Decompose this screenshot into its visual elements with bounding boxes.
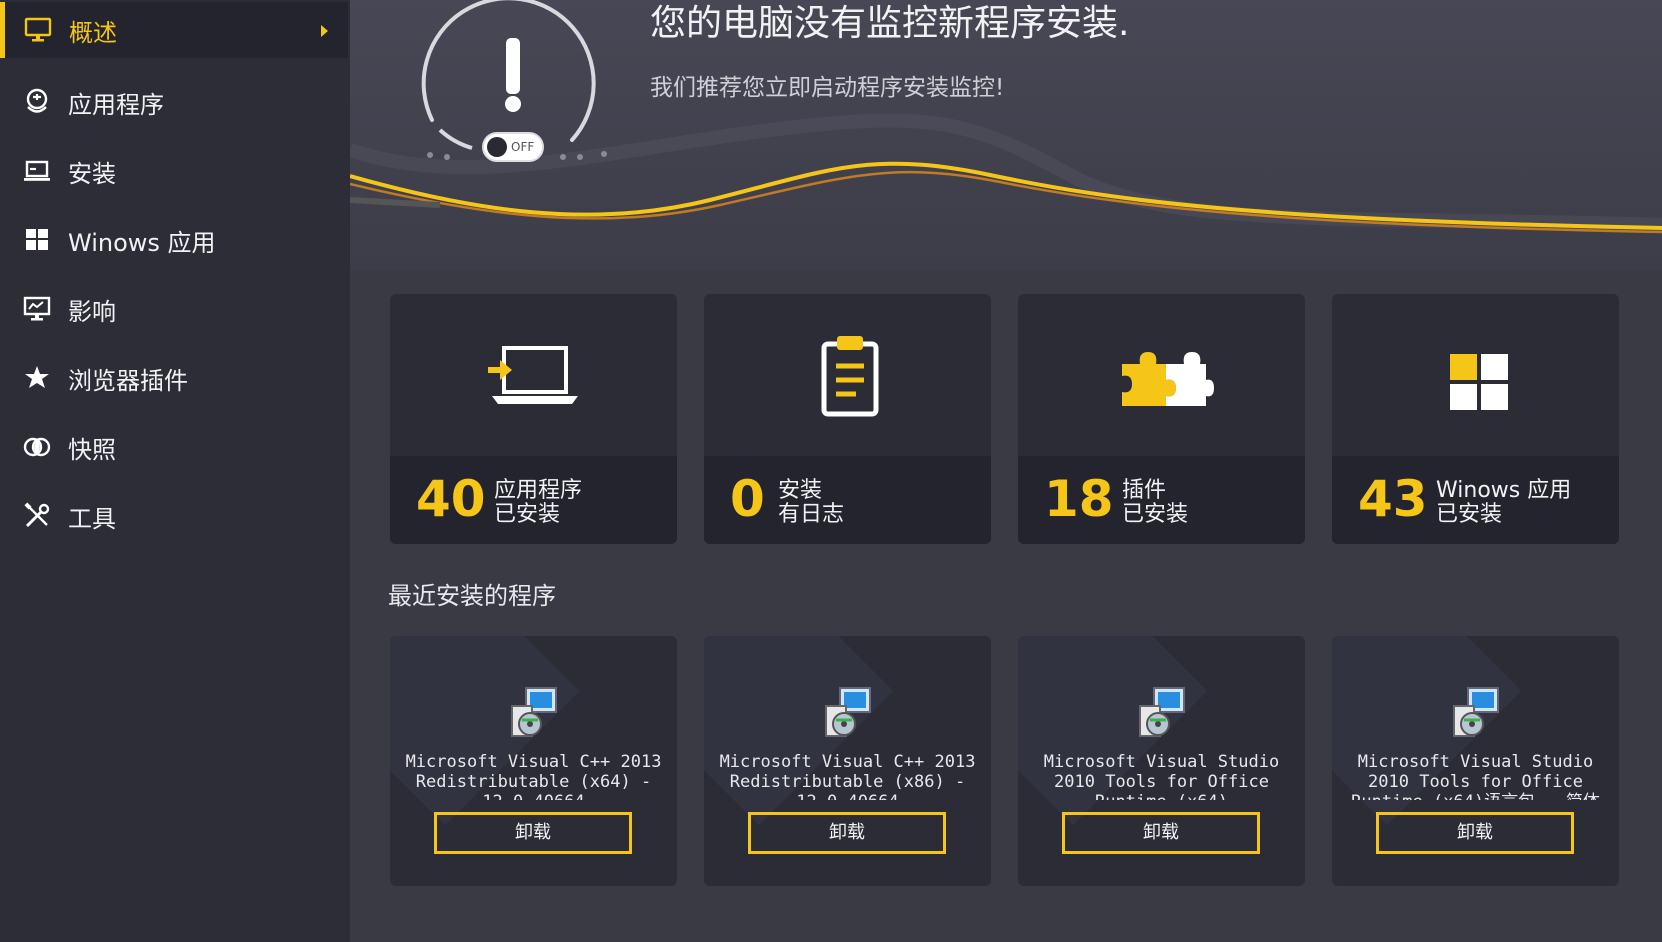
monitor-icon [24,17,52,42]
sidebar-item-label: 工具 [68,504,116,533]
sidebar-item-label: 浏览器插件 [68,366,188,395]
sidebar-item-label: 应用程序 [68,90,164,119]
recent-app-card[interactable]: Microsoft Visual Studio 2010 Tools for O… [1332,636,1619,886]
app-name: Microsoft Visual C++ 2013 Redistributabl… [719,752,976,800]
app-name: Microsoft Visual Studio 2010 Tools for O… [1043,752,1280,800]
installer-icon [511,687,557,737]
sidebar: 概述 应用程序 安装 Winows 应用 影响 浏览器插件 快照 工具 [0,0,350,942]
sidebar-item-label: 概述 [69,18,117,47]
stat-value: 18 [1044,470,1114,528]
uninstall-button[interactable]: 卸载 [748,812,946,854]
puzzle-icon [1122,352,1214,406]
stat-card-bottom: 18 插件 已安装 [1018,456,1305,544]
stat-card-top [1018,294,1305,456]
impact-icon [23,296,51,321]
stat-card-bottom: 0 安装 有日志 [704,456,991,544]
tools-icon [24,502,50,528]
windows-tiles-icon [1450,354,1508,410]
uninstall-button[interactable]: 卸载 [1062,812,1260,854]
stat-card-top [704,294,991,456]
sidebar-item-label: Winows 应用 [68,228,216,257]
install-icon [24,160,50,181]
stat-value: 0 [730,470,765,528]
monitor-toggle[interactable]: OFF [482,132,544,162]
chevron-right-icon [321,25,328,37]
stat-card-bottom: 40 应用程序 已安装 [390,456,677,544]
stat-card-apps[interactable]: 40 应用程序 已安装 [390,294,677,544]
laptop-install-icon [488,346,578,404]
installer-icon [825,687,871,737]
installer-icon [1453,687,1499,737]
banner-title: 您的电脑没有监控新程序安装. [650,3,1130,44]
main-content: OFF 您的电脑没有监控新程序安装. 我们推荐您立即启动程序安装监控! 40 应… [350,0,1662,942]
stat-value: 43 [1358,470,1428,528]
sidebar-item-label: 影响 [68,297,116,326]
uninstall-button[interactable]: 卸载 [434,812,632,854]
apps-icon [26,88,48,113]
recent-app-card[interactable]: Microsoft Visual C++ 2013 Redistributabl… [390,636,677,886]
sidebar-item-apps[interactable]: 应用程序 [0,74,348,130]
stat-card-top [390,294,677,456]
sidebar-item-install[interactable]: 安装 [0,143,348,199]
recent-installs-title: 最近安装的程序 [388,582,556,610]
stat-value: 40 [416,470,486,528]
stat-card-installs[interactable]: 0 安装 有日志 [704,294,991,544]
stat-label-line2: 已安装 [1436,502,1503,527]
sidebar-item-label: 快照 [68,435,116,464]
sidebar-item-windows-apps[interactable]: Winows 应用 [0,212,348,268]
stat-label-line2: 有日志 [778,502,845,527]
snapshot-icon [23,437,51,457]
recent-app-card[interactable]: Microsoft Visual C++ 2013 Redistributabl… [704,636,991,886]
stat-label-line2: 已安装 [1122,502,1189,527]
uninstall-button[interactable]: 卸载 [1376,812,1574,854]
stat-card-windows-apps[interactable]: 43 Winows 应用 已安装 [1332,294,1619,544]
puzzle-star-icon [25,366,49,388]
stat-label-line2: 已安装 [494,502,561,527]
sidebar-item-impact[interactable]: 影响 [0,281,348,337]
sidebar-item-label: 安装 [68,159,116,188]
stat-card-plugins[interactable]: 18 插件 已安装 [1018,294,1305,544]
app-name: Microsoft Visual C++ 2013 Redistributabl… [405,752,662,800]
sidebar-item-snapshot[interactable]: 快照 [0,419,348,475]
app-name: Microsoft Visual Studio 2010 Tools for O… [1351,752,1600,800]
monitor-banner: OFF 您的电脑没有监控新程序安装. 我们推荐您立即启动程序安装监控! [350,0,1662,270]
windows-icon [26,229,48,250]
clipboard-log-icon [821,336,879,417]
sidebar-item-tools[interactable]: 工具 [0,488,348,544]
banner-subtitle: 我们推荐您立即启动程序安装监控! [650,75,1005,101]
sidebar-item-browser-plugins[interactable]: 浏览器插件 [0,350,348,406]
toggle-label: OFF [511,140,535,154]
installer-icon [1139,687,1185,737]
stat-card-bottom: 43 Winows 应用 已安装 [1332,456,1619,544]
recent-app-card[interactable]: Microsoft Visual Studio 2010 Tools for O… [1018,636,1305,886]
toggle-knob [487,137,507,157]
sidebar-item-overview[interactable]: 概述 [0,2,348,58]
stat-card-top [1332,294,1619,456]
